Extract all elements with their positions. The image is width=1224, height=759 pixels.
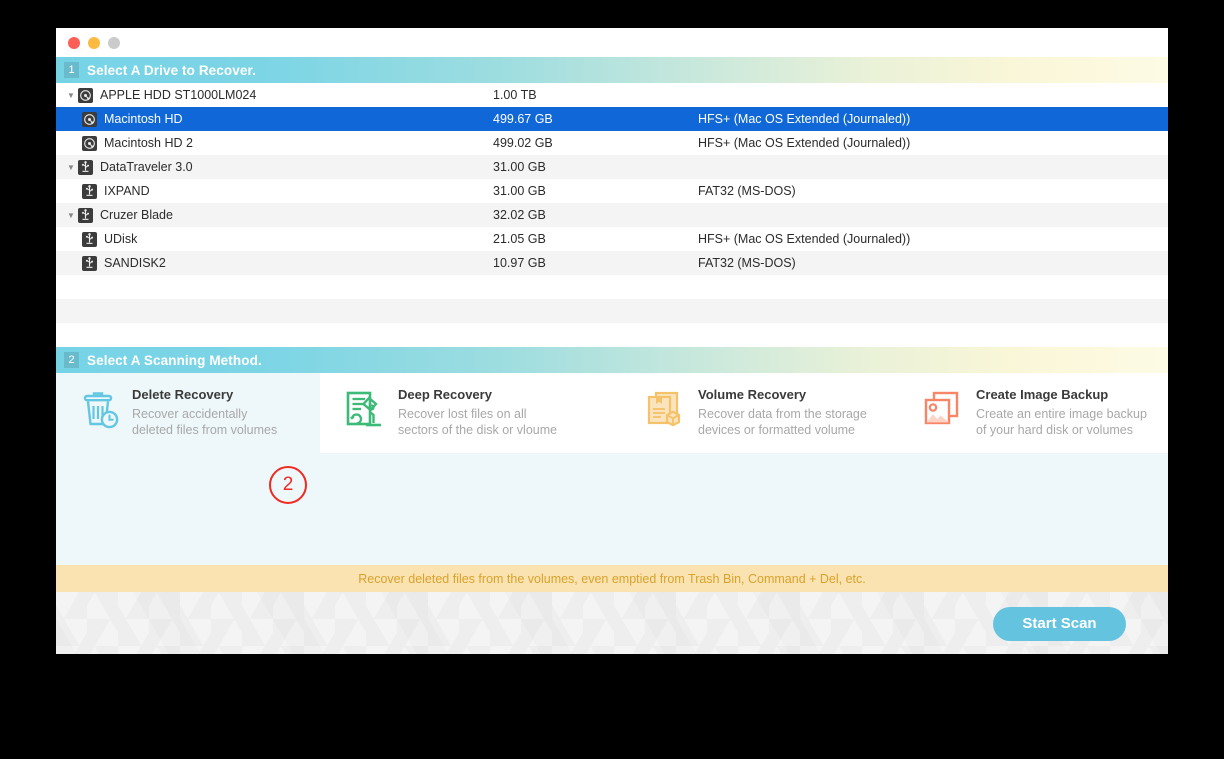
drive-size: 31.00 GB <box>493 184 546 198</box>
trash-clock-icon <box>78 386 132 434</box>
empty-list-row <box>56 323 1168 347</box>
tip-bar: Recover deleted files from the volumes, … <box>56 565 1168 592</box>
scan-method-description: Recover accidentally deleted files from v… <box>132 407 278 437</box>
hdd-icon <box>78 87 93 103</box>
scan-method-title: Create Image Backup <box>976 387 1109 402</box>
drive-filesystem: HFS+ (Mac OS Extended (Journaled)) <box>698 232 911 246</box>
drive-filesystem: FAT32 (MS-DOS) <box>698 256 796 270</box>
usb-icon <box>82 183 97 199</box>
drive-row[interactable]: Macintosh HD 2 499.02 GB HFS+ (Mac OS Exte… <box>56 131 1168 155</box>
drive-row[interactable]: ▼ APPLE HDD ST1000LM024 1.00 TB <box>56 83 1168 107</box>
hdd-icon <box>82 135 97 151</box>
empty-list-row <box>56 275 1168 299</box>
empty-list-row <box>56 299 1168 323</box>
hdd-icon <box>82 111 97 127</box>
drive-name: IXPAND <box>104 184 150 198</box>
step2-header: 2 Select A Scanning Method. <box>56 347 1168 373</box>
drive-size: 1.00 TB <box>493 88 537 102</box>
minimize-button[interactable] <box>88 36 100 49</box>
window-titlebar <box>56 28 1168 57</box>
scanning-methods-panel: Delete Recovery Recover accidentally delet… <box>56 373 1168 565</box>
chevron-down-icon[interactable]: ▼ <box>64 163 78 172</box>
scan-method-title: Delete Recovery <box>132 387 234 402</box>
scan-method-description: Recover lost files on all sectors of the … <box>398 407 558 437</box>
scan-method-title: Deep Recovery <box>398 387 492 402</box>
drive-filesystem: FAT32 (MS-DOS) <box>698 184 796 198</box>
scan-method-description: Recover data from the storage devices or … <box>698 407 867 437</box>
drive-name: Macintosh HD <box>104 112 183 126</box>
drive-name: DataTraveler 3.0 <box>100 160 193 174</box>
drive-size: 499.02 GB <box>493 136 553 150</box>
footer: Start Scan <box>56 592 1168 654</box>
usb-icon <box>82 231 97 247</box>
start-scan-button[interactable]: Start Scan <box>993 607 1126 641</box>
drive-name: UDisk <box>104 232 138 246</box>
scan-method-tile[interactable]: Delete Recovery Recover accidentally delet… <box>56 373 320 453</box>
scan-method-description: Create an entire image backup of your har… <box>976 407 1147 437</box>
drive-size: 31.00 GB <box>493 160 546 174</box>
drive-name: Macintosh HD 2 <box>104 136 193 150</box>
document-microscope-icon <box>344 386 398 434</box>
scan-method-tile[interactable]: Volume Recovery Recover data from the sto… <box>620 373 898 453</box>
drive-row[interactable]: SANDISK2 10.97 GB FAT32 (MS-DOS) <box>56 251 1168 275</box>
scan-method-tile[interactable]: Create Image Backup Create an entire imag… <box>898 373 1168 453</box>
chevron-down-icon[interactable]: ▼ <box>64 91 78 100</box>
drive-row[interactable]: IXPAND 31.00 GB FAT32 (MS-DOS) <box>56 179 1168 203</box>
step2-badge: 2 <box>64 352 79 368</box>
step2-title: Select A Scanning Method. <box>87 352 262 368</box>
close-button[interactable] <box>68 36 80 49</box>
step1-badge: 1 <box>64 62 79 78</box>
image-stack-icon <box>922 386 976 434</box>
drive-row[interactable]: UDisk 21.05 GB HFS+ (Mac OS Extended (Jour… <box>56 227 1168 251</box>
drive-row[interactable]: ▼ Cruzer Blade 32.02 GB <box>56 203 1168 227</box>
drive-name: SANDISK2 <box>104 256 166 270</box>
scanning-methods-row: Delete Recovery Recover accidentally delet… <box>56 373 1168 453</box>
drive-name: APPLE HDD ST1000LM024 <box>100 88 257 102</box>
chevron-down-icon[interactable]: ▼ <box>64 211 78 220</box>
folder-box-icon <box>644 386 698 434</box>
usb-icon <box>78 207 93 223</box>
step1-header: 1 Select A Drive to Recover. <box>56 57 1168 83</box>
drive-row[interactable]: Macintosh HD 499.67 GB HFS+ (Mac OS Extend… <box>56 107 1168 131</box>
step1-title: Select A Drive to Recover. <box>87 62 256 78</box>
scan-method-title: Volume Recovery <box>698 387 807 402</box>
app-window: 1 Select A Drive to Recover. ▼ APPLE HDD … <box>56 28 1168 654</box>
drive-size: 21.05 GB <box>493 232 546 246</box>
usb-icon <box>78 159 93 175</box>
drive-size: 10.97 GB <box>493 256 546 270</box>
drive-size: 499.67 GB <box>493 112 553 126</box>
drive-filesystem: HFS+ (Mac OS Extended (Journaled)) <box>698 136 911 150</box>
scan-method-tile[interactable]: Deep Recovery Recover lost files on all se… <box>320 373 620 453</box>
usb-icon <box>82 255 97 271</box>
drive-filesystem: HFS+ (Mac OS Extended (Journaled)) <box>698 112 911 126</box>
drive-name: Cruzer Blade <box>100 208 173 222</box>
drive-row[interactable]: ▼ DataTraveler 3.0 31.00 GB <box>56 155 1168 179</box>
zoom-button[interactable] <box>108 36 120 49</box>
annotation-marker-2: 2 <box>269 466 307 504</box>
drive-size: 32.02 GB <box>493 208 546 222</box>
drive-list[interactable]: ▼ APPLE HDD ST1000LM024 1.00 TB Macintosh H… <box>56 83 1168 347</box>
